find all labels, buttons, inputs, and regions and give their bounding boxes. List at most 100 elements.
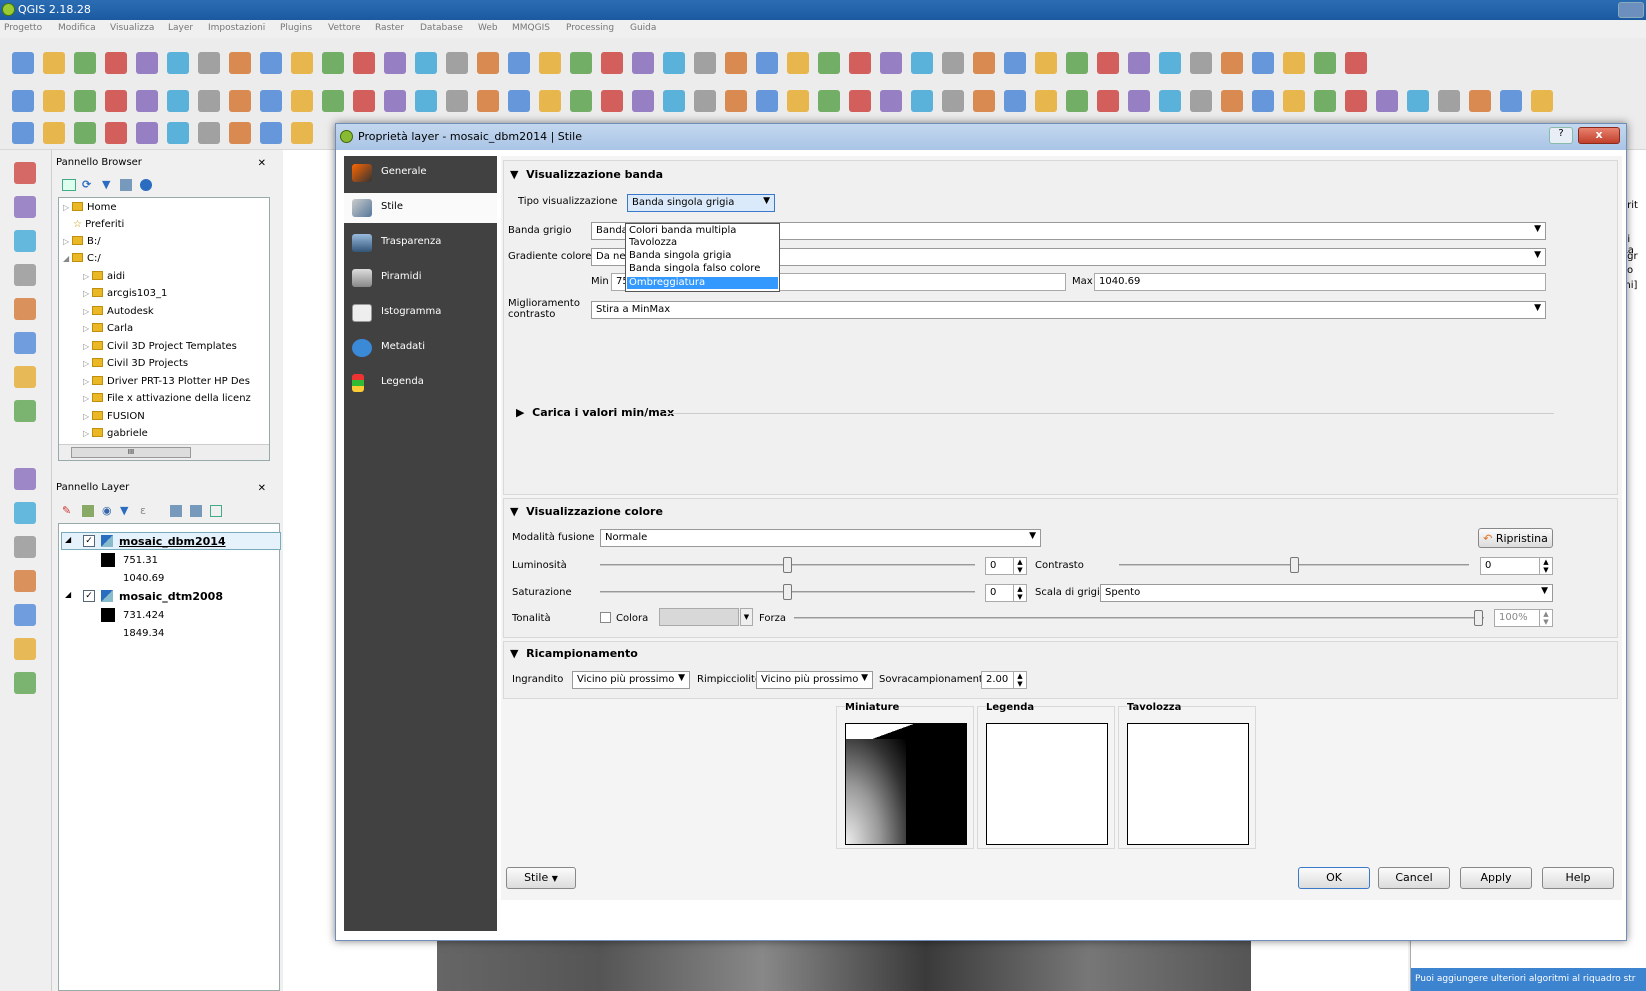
add-layer-tool-icon[interactable] <box>14 366 36 388</box>
cancel-button[interactable]: Cancel <box>1378 867 1450 889</box>
toolbar-tool-icon[interactable] <box>229 52 251 74</box>
toolbar-tool-icon[interactable] <box>1128 90 1150 112</box>
toolbar-tool-icon[interactable] <box>911 52 933 74</box>
option-palette[interactable]: Tavolozza <box>627 237 778 249</box>
toolbar-tool-icon[interactable] <box>167 90 189 112</box>
toolbar-tool-icon[interactable] <box>849 52 871 74</box>
toolbar-tool-icon[interactable] <box>477 90 499 112</box>
toolbar-tool-icon[interactable] <box>198 90 220 112</box>
saturation-slider[interactable] <box>600 584 975 600</box>
toolbar-tool-icon[interactable] <box>725 52 747 74</box>
tree-item-folder[interactable]: ▷ Carla <box>83 323 133 334</box>
band-rendering-header[interactable]: ▼ Visualizzazione banda <box>510 168 663 181</box>
toolbar-tool-icon[interactable] <box>1283 52 1305 74</box>
toolbar-tool-icon[interactable] <box>1159 52 1181 74</box>
toolbar-tool-icon[interactable] <box>787 90 809 112</box>
toolbar-tool-icon[interactable] <box>663 90 685 112</box>
contrast-slider[interactable] <box>1119 557 1469 573</box>
tree-item-folder[interactable]: ▷ FUSION <box>83 411 145 422</box>
toolbar-tool-icon[interactable] <box>756 90 778 112</box>
toolbar-tool-icon[interactable] <box>942 52 964 74</box>
menu-guida[interactable]: Guida <box>630 23 656 33</box>
blend-mode-combo[interactable]: Normale ▼ <box>600 529 1041 547</box>
load-minmax-header[interactable]: ▶ Carica i valori min/max <box>516 406 674 419</box>
add-layer-tool-icon[interactable] <box>14 604 36 626</box>
toolbar-tool-icon[interactable] <box>1376 90 1398 112</box>
nav-item-stile[interactable]: Stile <box>344 193 497 223</box>
toolbar-tool-icon[interactable] <box>260 122 282 144</box>
tree-item-folder[interactable]: ▷ Civil 3D Projects <box>83 358 188 369</box>
nav-item-legenda[interactable]: Legenda <box>344 368 497 398</box>
toolbar-tool-icon[interactable] <box>601 90 623 112</box>
toolbar-tool-icon[interactable] <box>1221 90 1243 112</box>
nav-item-istogramma[interactable]: Istogramma <box>344 298 497 328</box>
toolbar-tool-icon[interactable] <box>260 90 282 112</box>
toolbar-tool-icon[interactable] <box>570 52 592 74</box>
layer-checkbox[interactable]: ✓ <box>83 590 95 602</box>
add-layer-tool-icon[interactable] <box>14 468 36 490</box>
help-title-button[interactable]: ? <box>1549 127 1573 144</box>
toolbar-tool-icon[interactable] <box>74 122 96 144</box>
toolbar-tool-icon[interactable] <box>539 90 561 112</box>
toolbar-tool-icon[interactable] <box>167 122 189 144</box>
spin-arrows-icon[interactable]: ▲ ▼ <box>1539 558 1552 574</box>
saturation-spinbox[interactable]: 0 ▲ ▼ <box>985 584 1027 602</box>
option-singleband-gray[interactable]: Banda singola grigia <box>627 250 778 262</box>
toolbar-tool-icon[interactable] <box>446 52 468 74</box>
toolbar-tool-icon[interactable] <box>1004 52 1026 74</box>
toolbar-tool-icon[interactable] <box>570 90 592 112</box>
toolbar-tool-icon[interactable] <box>1004 90 1026 112</box>
menu-layer[interactable]: Layer <box>168 23 193 33</box>
reset-button[interactable]: ↶ Ripristina <box>1478 528 1553 548</box>
toolbar-tool-icon[interactable] <box>322 90 344 112</box>
toolbar-tool-icon[interactable] <box>1159 90 1181 112</box>
toolbar-tool-icon[interactable] <box>1345 90 1367 112</box>
option-hillshade[interactable]: Ombreggiatura <box>627 277 778 289</box>
layer-name[interactable]: mosaic_dbm2014 <box>119 535 226 548</box>
expression-filter-icon[interactable]: ε <box>140 504 146 517</box>
tree-item-folder[interactable]: ▷ Driver PRT-13 Plotter HP Des <box>83 376 250 387</box>
toolbar-tool-icon[interactable] <box>1066 52 1088 74</box>
add-layer-tool-icon[interactable] <box>14 332 36 354</box>
nav-item-metadati[interactable]: Metadati <box>344 333 497 363</box>
toolbar-tool-icon[interactable] <box>415 90 437 112</box>
toolbar-tool-icon[interactable] <box>1221 52 1243 74</box>
toolbar-tool-icon[interactable] <box>105 90 127 112</box>
toolbar-tool-icon[interactable] <box>12 122 34 144</box>
toolbar-tool-icon[interactable] <box>1066 90 1088 112</box>
apply-button[interactable]: Apply <box>1460 867 1532 889</box>
toolbar-tool-icon[interactable] <box>198 52 220 74</box>
scroll-thumb[interactable]: III <box>71 447 191 458</box>
layer-name[interactable]: mosaic_dtm2008 <box>119 590 223 603</box>
render-type-combo[interactable]: Banda singola grigia ▼ <box>627 194 775 212</box>
toolbar-tool-icon[interactable] <box>694 52 716 74</box>
tree-item-folder[interactable]: ▷ aidi <box>83 271 125 282</box>
spin-arrows-icon[interactable]: ▲ ▼ <box>1013 585 1026 601</box>
add-layer-tool-icon[interactable] <box>14 298 36 320</box>
toolbar-tool-icon[interactable] <box>849 90 871 112</box>
toolbar-tool-icon[interactable] <box>539 52 561 74</box>
add-selected-icon[interactable] <box>62 179 76 191</box>
info-icon[interactable] <box>140 179 152 191</box>
toolbar-tool-icon[interactable] <box>1407 90 1429 112</box>
toolbar-tool-icon[interactable] <box>1314 90 1336 112</box>
spin-arrows-icon[interactable]: ▲ ▼ <box>1013 672 1026 688</box>
layer-checkbox[interactable]: ✓ <box>83 535 95 547</box>
expand-arrow-icon[interactable]: ◢ <box>65 590 71 599</box>
toolbar-tool-icon[interactable] <box>136 90 158 112</box>
toolbar-tool-icon[interactable] <box>725 90 747 112</box>
toolbar-tool-icon[interactable] <box>1252 90 1274 112</box>
menu-mmqgis[interactable]: MMQGIS <box>512 23 550 33</box>
add-group-icon[interactable] <box>82 505 94 517</box>
contrast-spinbox[interactable]: 0 ▲ ▼ <box>1480 557 1553 575</box>
toolbar-tool-icon[interactable] <box>1190 52 1212 74</box>
toolbar-tool-icon[interactable] <box>1283 90 1305 112</box>
toolbar-tool-icon[interactable] <box>291 122 313 144</box>
toolbar-tool-icon[interactable] <box>1469 90 1491 112</box>
toolbar-tool-icon[interactable] <box>291 52 313 74</box>
menu-database[interactable]: Database <box>420 23 463 33</box>
brightness-slider[interactable] <box>600 557 975 573</box>
nav-item-generale[interactable]: Generale <box>344 158 497 188</box>
strength-slider[interactable] <box>794 610 1484 626</box>
close-icon[interactable]: ✕ <box>258 158 266 169</box>
